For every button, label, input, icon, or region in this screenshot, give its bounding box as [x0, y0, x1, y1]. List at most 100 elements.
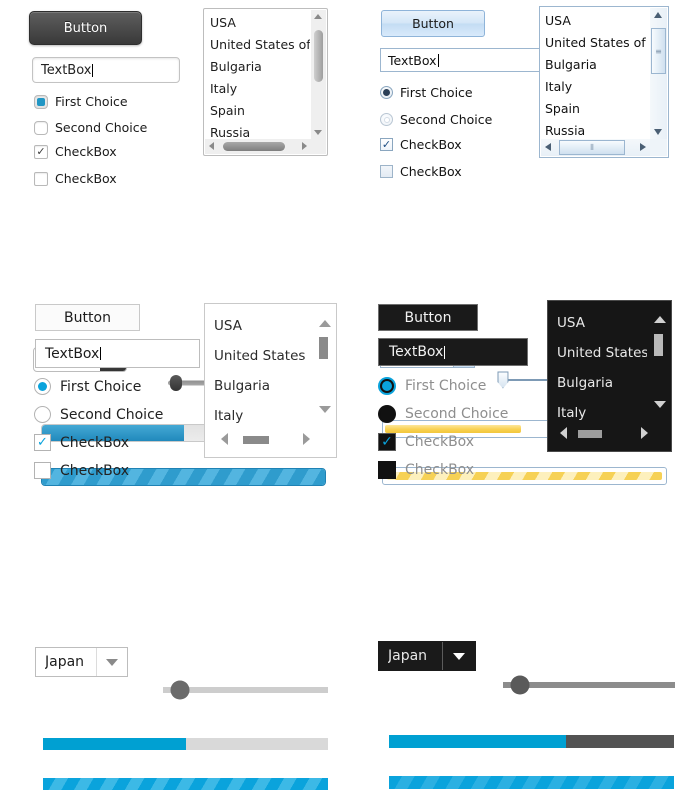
combobox-value: Japan [45, 654, 96, 670]
list-item[interactable]: USA [204, 12, 310, 34]
scroll-left-arrow-icon[interactable] [560, 427, 567, 439]
horizontal-scrollbar-thumb[interactable] [243, 436, 269, 444]
horizontal-scrollbar-thumb[interactable]: ⦀ [559, 140, 625, 155]
country-combobox[interactable]: Japan [378, 641, 476, 671]
button[interactable]: Button [378, 304, 478, 331]
radio-second-choice[interactable]: Second Choice [380, 112, 492, 127]
checkbox-unchecked[interactable]: CheckBox [380, 164, 462, 179]
textbox-input[interactable]: TextBox [380, 48, 543, 72]
textbox-input[interactable]: TextBox [32, 57, 180, 83]
country-listbox[interactable]: USA United States of Bulgaria Italy [547, 300, 672, 452]
country-combobox[interactable]: Japan [35, 647, 128, 677]
list-item[interactable]: Bulgaria [548, 368, 647, 398]
list-item[interactable]: Italy [548, 398, 647, 428]
scroll-right-arrow-icon[interactable] [641, 427, 648, 439]
checkbox-checked[interactable]: ✓ CheckBox [34, 434, 129, 451]
radio-first-choice-label: First Choice [400, 85, 473, 100]
vertical-scrollbar-thumb[interactable] [314, 30, 323, 82]
scroll-up-arrow-icon[interactable] [654, 12, 662, 18]
radio-second-choice[interactable]: Second Choice [34, 120, 147, 135]
checkbox-unchecked[interactable]: CheckBox [34, 171, 117, 186]
scroll-up-arrow-icon[interactable] [319, 320, 331, 327]
checkbox-checked[interactable]: ✓ CheckBox [380, 137, 462, 152]
list-item[interactable]: USA [540, 10, 649, 32]
horizontal-scrollbar[interactable] [205, 139, 311, 154]
scroll-right-arrow-icon[interactable] [302, 142, 307, 150]
list-item[interactable]: Bulgaria [205, 371, 310, 401]
scroll-left-arrow-icon[interactable] [221, 433, 228, 445]
checkbox-checked[interactable]: ✓ CheckBox [378, 433, 474, 451]
textbox-value: TextBox [41, 63, 91, 78]
country-listbox[interactable]: USA United States of A Bulgaria Italy Sp… [203, 8, 328, 156]
scroll-down-arrow-icon[interactable] [654, 401, 666, 408]
scroll-right-arrow-icon[interactable] [303, 433, 310, 445]
button[interactable]: Button [29, 11, 142, 45]
progress-stripes [43, 778, 328, 790]
horizontal-scrollbar-thumb[interactable] [223, 142, 285, 151]
radio-selected-icon [380, 86, 393, 99]
list-item[interactable]: United States of [548, 338, 647, 368]
scroll-down-arrow-icon[interactable] [314, 130, 322, 135]
textbox-input[interactable]: TextBox [378, 338, 528, 366]
country-listbox[interactable]: USA United States of Bulgaria Italy [204, 303, 337, 458]
list-item[interactable]: Bulgaria [540, 54, 649, 76]
vertical-scrollbar-thumb[interactable] [319, 337, 328, 359]
checkbox-unchecked[interactable]: CheckBox [34, 462, 129, 479]
list-item[interactable]: Italy [205, 401, 310, 431]
vertical-scrollbar-thumb[interactable]: ≡ [651, 28, 666, 74]
radio-first-choice-label: First Choice [60, 379, 141, 395]
checkbox-checked-label: CheckBox [60, 435, 129, 451]
listbox-items: USA United States of Bulgaria Italy [548, 308, 647, 428]
progress-bar-fill [389, 735, 566, 748]
flat-light-theme-panel: Button TextBox First Choice Second Choic… [0, 295, 350, 600]
combobox-dropdown-button[interactable] [96, 648, 127, 676]
scroll-left-arrow-icon[interactable] [545, 143, 551, 151]
checkbox-unchecked[interactable]: CheckBox [378, 461, 474, 479]
listbox-items: USA United States of A Bulgaria Italy Sp… [204, 12, 310, 144]
empty-checkbox-icon [380, 165, 393, 178]
list-item[interactable]: United States of A [204, 34, 310, 56]
vertical-scrollbar[interactable] [311, 10, 326, 139]
combobox-dropdown-button[interactable] [442, 642, 475, 670]
radio-unselected-icon [34, 406, 51, 423]
vertical-scrollbar-thumb[interactable] [654, 334, 663, 356]
radio-first-choice[interactable]: First Choice [34, 94, 128, 109]
listbox-items: USA United States of Ame Bulgaria Italy … [540, 10, 649, 142]
scroll-right-arrow-icon[interactable] [640, 143, 646, 151]
checkbox-checked[interactable]: ✓ CheckBox [34, 144, 117, 159]
radio-first-choice[interactable]: First Choice [380, 85, 473, 100]
list-item[interactable]: USA [548, 308, 647, 338]
list-item[interactable]: Italy [540, 76, 649, 98]
list-item[interactable]: Spain [204, 100, 310, 122]
aero-theme-panel: Button TextBox First Choice Second Choic… [350, 0, 700, 295]
checkbox-checked-label: CheckBox [405, 434, 474, 450]
vertical-scrollbar[interactable]: ≡ [650, 8, 667, 139]
textbox-input[interactable]: TextBox [35, 339, 200, 368]
scroll-up-arrow-icon[interactable] [654, 316, 666, 323]
radio-first-choice[interactable]: First Choice [378, 377, 486, 395]
volume-slider[interactable] [503, 675, 675, 695]
list-item[interactable]: United States of Ame [540, 32, 649, 54]
radio-second-choice[interactable]: Second Choice [378, 405, 508, 423]
country-listbox[interactable]: USA United States of Ame Bulgaria Italy … [539, 6, 669, 158]
slider-thumb[interactable] [511, 676, 530, 695]
horizontal-scrollbar[interactable]: ⦀ [541, 139, 650, 156]
scroll-down-arrow-icon[interactable] [319, 406, 331, 413]
button[interactable]: Button [381, 10, 485, 37]
button[interactable]: Button [35, 304, 140, 331]
list-item[interactable]: Italy [204, 78, 310, 100]
list-item[interactable]: Spain [540, 98, 649, 120]
horizontal-scrollbar-thumb[interactable] [578, 430, 602, 438]
radio-second-choice[interactable]: Second Choice [34, 406, 163, 423]
scroll-down-arrow-icon[interactable] [654, 129, 662, 135]
volume-slider[interactable] [163, 680, 328, 700]
radio-selected-icon [34, 95, 48, 109]
scroll-left-arrow-icon[interactable] [209, 142, 214, 150]
scroll-up-arrow-icon[interactable] [314, 14, 322, 19]
list-item[interactable]: USA [205, 311, 310, 341]
slider-thumb[interactable] [170, 681, 189, 700]
list-item[interactable]: United States of [205, 341, 310, 371]
radio-first-choice[interactable]: First Choice [34, 378, 141, 395]
chevron-down-icon [106, 659, 118, 666]
list-item[interactable]: Bulgaria [204, 56, 310, 78]
